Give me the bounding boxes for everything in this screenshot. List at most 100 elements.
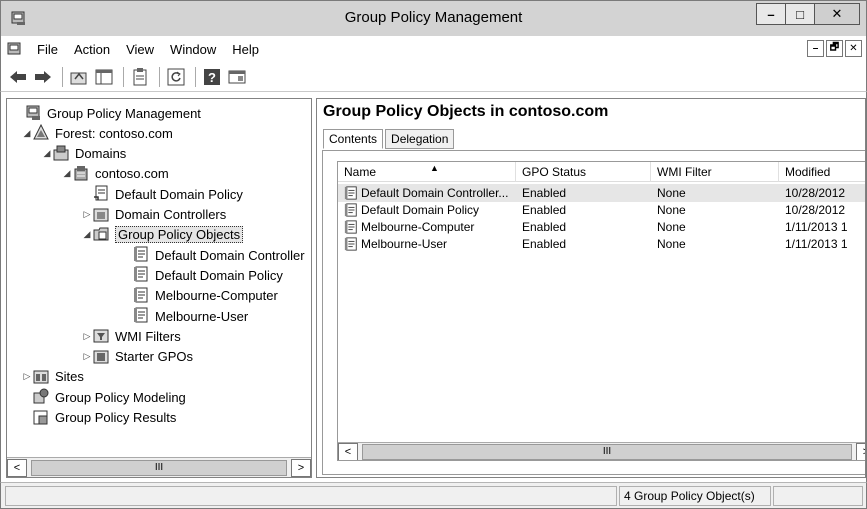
scroll-track[interactable]: III bbox=[27, 459, 291, 477]
expand-arrow-icon[interactable]: ▷ bbox=[81, 331, 93, 342]
cell-text: Melbourne-User bbox=[361, 237, 448, 251]
tree-item[interactable]: ▷ Domain Controllers bbox=[81, 205, 227, 225]
details-title: Group Policy Objects in contoso.com bbox=[323, 103, 609, 120]
sites-icon bbox=[33, 368, 51, 386]
gpo-icon bbox=[344, 203, 358, 217]
tree-horizontal-scrollbar[interactable]: < III > bbox=[7, 457, 311, 477]
tree-item[interactable]: ▷ WMI Filters bbox=[81, 326, 181, 346]
tree-item[interactable]: ◢ Group Policy Objects bbox=[81, 225, 244, 245]
table-row[interactable]: Melbourne-User Enabled None 1/11/2013 1 bbox=[338, 235, 865, 253]
table-row[interactable]: Default Domain Controller... Enabled None 1… bbox=[338, 184, 865, 202]
title-bar: Group Policy Management – □ ✕ bbox=[0, 0, 867, 36]
list-scroll-thumb[interactable]: III bbox=[362, 443, 852, 460]
cell-status: Enabled bbox=[516, 235, 651, 253]
cell-text: Enabled bbox=[522, 203, 567, 217]
close-button[interactable]: ✕ bbox=[814, 3, 860, 25]
cell-name: Default Domain Controller... bbox=[338, 184, 516, 202]
cell-modified: 1/11/2013 1 bbox=[779, 218, 865, 236]
back-arrow-icon[interactable] bbox=[7, 66, 29, 88]
show-hide-tree-icon[interactable] bbox=[93, 66, 115, 88]
expand-arrow-icon[interactable]: ▷ bbox=[81, 209, 93, 220]
list-scroll-right-button[interactable]: > bbox=[856, 442, 865, 460]
mdi-restore-button[interactable]: 🗗 bbox=[826, 40, 843, 57]
scroll-thumb[interactable]: III bbox=[31, 459, 287, 476]
mdi-buttons: – 🗗 ✕ bbox=[805, 40, 862, 57]
tab-contents[interactable]: Contents bbox=[323, 129, 384, 149]
tree-item[interactable]: ◢ Forest: contoso.com bbox=[21, 123, 173, 143]
status-bar: 4 Group Policy Object(s) bbox=[0, 482, 867, 509]
properties-icon[interactable] bbox=[129, 66, 151, 88]
console-tree-icon[interactable] bbox=[226, 66, 248, 88]
client-area: Group Policy Management ◢ Forest: contoso.… bbox=[0, 92, 867, 482]
domains-icon bbox=[53, 145, 71, 163]
maximize-button[interactable]: □ bbox=[785, 3, 815, 25]
tree-item-label: Domain Controllers bbox=[115, 207, 227, 222]
menu-view[interactable]: View bbox=[118, 42, 162, 57]
list-horizontal-scrollbar[interactable]: < III > bbox=[338, 442, 865, 461]
cell-status: Enabled bbox=[516, 201, 651, 219]
minimize-button[interactable]: – bbox=[756, 3, 786, 25]
up-folder-icon[interactable] bbox=[68, 66, 90, 88]
cell-text: 10/28/2012 bbox=[785, 186, 846, 200]
table-row[interactable]: Melbourne-Computer Enabled None 1/11/2013 1 bbox=[338, 218, 865, 236]
cell-text: 10/28/2012 bbox=[785, 203, 846, 217]
expand-arrow-icon[interactable]: ▷ bbox=[21, 371, 33, 382]
column-header-wmi-filter[interactable]: WMI Filter bbox=[651, 162, 779, 182]
mdi-minimize-button[interactable]: – bbox=[807, 40, 824, 57]
mdi-close-button[interactable]: ✕ bbox=[845, 40, 862, 57]
status-segment-extra bbox=[773, 486, 863, 506]
expand-arrow-icon[interactable]: ▷ bbox=[81, 351, 93, 362]
menu-bar: File Action View Window Help – 🗗 ✕ bbox=[0, 36, 867, 62]
tree-item[interactable]: Group Policy Management bbox=[13, 103, 201, 123]
help-icon[interactable]: ? bbox=[201, 66, 223, 88]
menu-action[interactable]: Action bbox=[66, 42, 118, 57]
cell-wmi: None bbox=[651, 218, 779, 236]
tree-item[interactable]: Default Domain Policy bbox=[81, 184, 243, 204]
gpo-icon bbox=[344, 220, 358, 234]
column-header-name[interactable]: Name ▲ bbox=[338, 162, 516, 182]
toolbar-separator bbox=[159, 66, 160, 87]
tree-item[interactable]: Group Policy Results bbox=[21, 408, 176, 428]
tree-item-label: contoso.com bbox=[95, 166, 169, 182]
collapse-arrow-icon[interactable]: ◢ bbox=[61, 168, 73, 179]
gpo-icon bbox=[133, 266, 151, 284]
menu-window[interactable]: Window bbox=[162, 42, 224, 57]
tree-item[interactable]: Default Domain Controller bbox=[121, 245, 305, 265]
collapse-arrow-icon[interactable]: ◢ bbox=[41, 148, 53, 159]
tree-item[interactable]: Melbourne-User bbox=[121, 306, 248, 326]
tree-item[interactable]: Default Domain Policy bbox=[121, 265, 283, 285]
list-scroll-track[interactable]: III bbox=[358, 443, 856, 461]
tab-delegation[interactable]: Delegation bbox=[385, 129, 455, 149]
list-scroll-left-button[interactable]: < bbox=[338, 442, 358, 460]
table-row[interactable]: Default Domain Policy Enabled None 10/28/20… bbox=[338, 201, 865, 219]
column-header-gpo-status[interactable]: GPO Status bbox=[516, 162, 651, 182]
gpo-link-icon bbox=[93, 185, 111, 203]
tree-item[interactable]: ▷ Starter GPOs bbox=[81, 347, 194, 367]
tree-item[interactable]: ▷ Sites bbox=[21, 367, 84, 387]
menu-file[interactable]: File bbox=[29, 42, 66, 57]
column-header-modified[interactable]: Modified bbox=[779, 162, 865, 182]
collapse-arrow-icon[interactable]: ◢ bbox=[21, 128, 33, 139]
tree-item-label: Group Policy Management bbox=[47, 105, 201, 121]
window-title: Group Policy Management bbox=[344, 9, 523, 26]
console-menu-icon[interactable] bbox=[7, 41, 23, 57]
tree-item-label: Group Policy Results bbox=[55, 410, 177, 425]
scroll-right-button[interactable]: > bbox=[291, 458, 311, 477]
tree-item[interactable]: ◢ contoso.com bbox=[61, 164, 169, 184]
column-name-label: Name bbox=[344, 165, 377, 179]
tab-content: Name ▲ GPO Status WMI Filter Modified De… bbox=[322, 150, 865, 475]
scroll-left-button[interactable]: < bbox=[7, 458, 27, 477]
cell-text: None bbox=[657, 237, 686, 251]
tree-item[interactable]: ◢ Domains bbox=[41, 144, 126, 164]
tree-item[interactable]: Melbourne-Computer bbox=[121, 286, 278, 306]
tree-item-label: Starter GPOs bbox=[115, 349, 194, 365]
refresh-icon[interactable] bbox=[165, 66, 187, 88]
wmi-icon bbox=[93, 327, 111, 345]
menu-help[interactable]: Help bbox=[224, 42, 267, 57]
tree-item[interactable]: Group Policy Modeling bbox=[21, 387, 186, 407]
gpo-folder-icon bbox=[93, 226, 111, 244]
collapse-arrow-icon[interactable]: ◢ bbox=[81, 229, 93, 240]
cell-text: None bbox=[657, 203, 686, 217]
forward-arrow-icon[interactable] bbox=[32, 66, 54, 88]
sort-ascending-icon: ▲ bbox=[430, 163, 439, 173]
